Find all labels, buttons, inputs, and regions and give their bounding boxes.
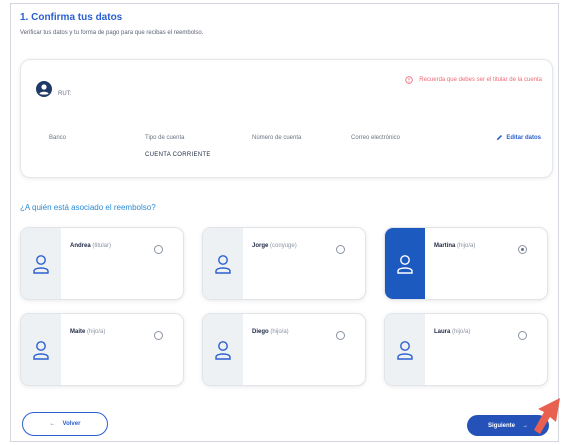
person-name-text: Maite <box>70 329 86 335</box>
next-button-label: Siguiente <box>487 422 515 429</box>
person-name-text: Jorge <box>252 243 269 249</box>
radio-button[interactable] <box>518 331 527 340</box>
person-name-text: Martina <box>434 243 456 249</box>
info-icon <box>405 76 413 84</box>
person-card-maite[interactable]: Maite (hijo/a) <box>20 313 184 386</box>
account-data-card: RUT: Recuerda que debes ser el titular d… <box>20 59 553 178</box>
bank-label: Banco <box>49 135 67 141</box>
back-button-label: Volver <box>62 421 81 427</box>
person-name: Andrea (titular) <box>70 243 111 249</box>
back-button[interactable]: ← Volver <box>22 412 108 436</box>
account-type-value: CUENTA CORRIENTE <box>145 152 211 158</box>
edit-data-link[interactable]: Editar datos <box>496 134 541 141</box>
person-icon <box>215 340 231 360</box>
person-avatar-panel <box>385 228 425 299</box>
radio-button[interactable] <box>154 245 163 254</box>
person-name: Jorge (conyuge) <box>252 243 297 249</box>
person-card-martina[interactable]: Martina (hijo/a) <box>384 227 548 300</box>
edit-data-label: Editar datos <box>506 134 541 141</box>
person-name: Diego (hijo/a) <box>252 329 289 335</box>
section-title: 1. Confirma tus datos <box>20 12 123 23</box>
pointer-arrow-icon <box>534 398 560 434</box>
account-number-label: Número de cuenta <box>252 135 302 141</box>
person-card-laura[interactable]: Laura (hijo/a) <box>384 313 548 386</box>
account-holder-warning: Recuerda que debes ser el titular de la … <box>405 76 542 84</box>
person-card-andrea[interactable]: Andrea (titular) <box>20 227 184 300</box>
radio-button-selected[interactable] <box>518 245 527 254</box>
person-name-text: Andrea <box>70 243 91 249</box>
beneficiary-question: ¿A quién está asociado el reembolso? <box>20 203 156 212</box>
person-name: Laura (hijo/a) <box>434 329 470 335</box>
person-relation: (hijo/a) <box>270 329 289 335</box>
arrow-left-icon: ← <box>49 421 56 427</box>
person-avatar-panel <box>21 314 61 385</box>
person-icon <box>397 340 413 360</box>
person-relation: (hijo/a) <box>87 329 106 335</box>
rut-label: RUT: <box>58 91 72 97</box>
section-subtitle: Verificar tus datos y tu forma de pago p… <box>20 30 204 36</box>
person-icon <box>215 254 231 274</box>
person-icon <box>33 340 49 360</box>
radio-button[interactable] <box>336 331 345 340</box>
person-name-text: Diego <box>252 329 269 335</box>
person-avatar-panel <box>21 228 61 299</box>
person-relation: (titular) <box>92 243 112 249</box>
person-relation: (hijo/a) <box>457 243 476 249</box>
person-avatar-panel <box>203 228 243 299</box>
radio-button[interactable] <box>336 245 345 254</box>
person-relation: (conyuge) <box>270 243 297 249</box>
warning-text: Recuerda que debes ser el titular de la … <box>419 77 542 83</box>
person-name: Maite (hijo/a) <box>70 329 105 335</box>
person-relation: (hijo/a) <box>452 329 471 335</box>
person-avatar-panel <box>203 314 243 385</box>
person-icon <box>397 254 413 274</box>
person-card-jorge[interactable]: Jorge (conyuge) <box>202 227 366 300</box>
user-circle-icon <box>36 81 52 97</box>
email-label: Correo electrónico <box>351 135 401 141</box>
person-card-diego[interactable]: Diego (hijo/a) <box>202 313 366 386</box>
pencil-icon <box>497 134 503 141</box>
person-name-text: Laura <box>434 329 451 335</box>
person-icon <box>33 254 49 274</box>
account-type-label: Tipo de cuenta <box>145 135 185 141</box>
person-avatar-panel <box>385 314 425 385</box>
radio-button[interactable] <box>154 331 163 340</box>
form-panel: 1. Confirma tus datos Verificar tus dato… <box>10 3 559 442</box>
arrow-right-icon: → <box>522 422 528 429</box>
person-name: Martina (hijo/a) <box>434 243 475 249</box>
